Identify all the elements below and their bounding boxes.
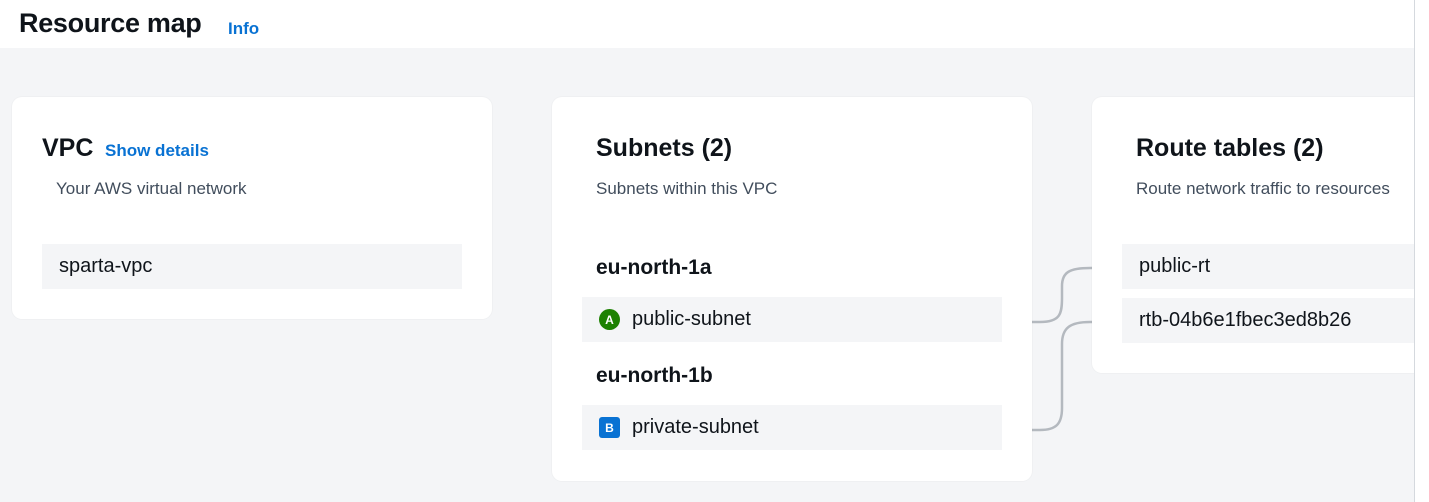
subnets-card-title: Subnets (2) bbox=[596, 134, 733, 162]
az-a-badge-icon: A bbox=[599, 309, 620, 330]
panel-header: Resource map Info bbox=[0, 0, 1414, 48]
subnet-item-private[interactable]: B private-subnet bbox=[582, 405, 1002, 450]
az-group-title: eu-north-1a bbox=[596, 256, 712, 279]
route-table-item-public-rt[interactable]: public-rt bbox=[1122, 244, 1414, 289]
route-tables-card-title: Route tables (2) bbox=[1136, 134, 1324, 162]
subnet-name: private-subnet bbox=[632, 416, 759, 438]
vpc-card: VPC Show details Your AWS virtual networ… bbox=[12, 97, 492, 319]
vpc-card-title: VPC bbox=[42, 134, 94, 162]
resource-map-panel: Resource map Info VPC Show details Your … bbox=[0, 0, 1415, 502]
resource-map-canvas: VPC Show details Your AWS virtual networ… bbox=[0, 48, 1414, 502]
subnet-name: public-subnet bbox=[632, 308, 751, 330]
route-table-item-rtb[interactable]: rtb-04b6e1fbec3ed8b26 bbox=[1122, 298, 1414, 343]
subnets-card-description: Subnets within this VPC bbox=[596, 179, 778, 198]
az-b-badge-icon: B bbox=[599, 417, 620, 438]
show-details-link[interactable]: Show details bbox=[105, 141, 209, 161]
subnet-item-public[interactable]: A public-subnet bbox=[582, 297, 1002, 342]
vpc-card-description: Your AWS virtual network bbox=[56, 179, 247, 198]
route-table-name: public-rt bbox=[1139, 255, 1211, 277]
az-group-title: eu-north-1b bbox=[596, 364, 713, 387]
info-link[interactable]: Info bbox=[228, 19, 259, 39]
route-tables-card-description: Route network traffic to resources bbox=[1136, 179, 1390, 198]
page-title: Resource map bbox=[19, 8, 202, 38]
vpc-name: sparta-vpc bbox=[59, 255, 153, 277]
subnets-card: Subnets (2) Subnets within this VPC eu-n… bbox=[552, 97, 1032, 481]
vpc-resource-item[interactable]: sparta-vpc bbox=[42, 244, 462, 289]
route-table-name: rtb-04b6e1fbec3ed8b26 bbox=[1139, 309, 1352, 331]
route-tables-card: Route tables (2) Route network traffic t… bbox=[1092, 97, 1414, 373]
